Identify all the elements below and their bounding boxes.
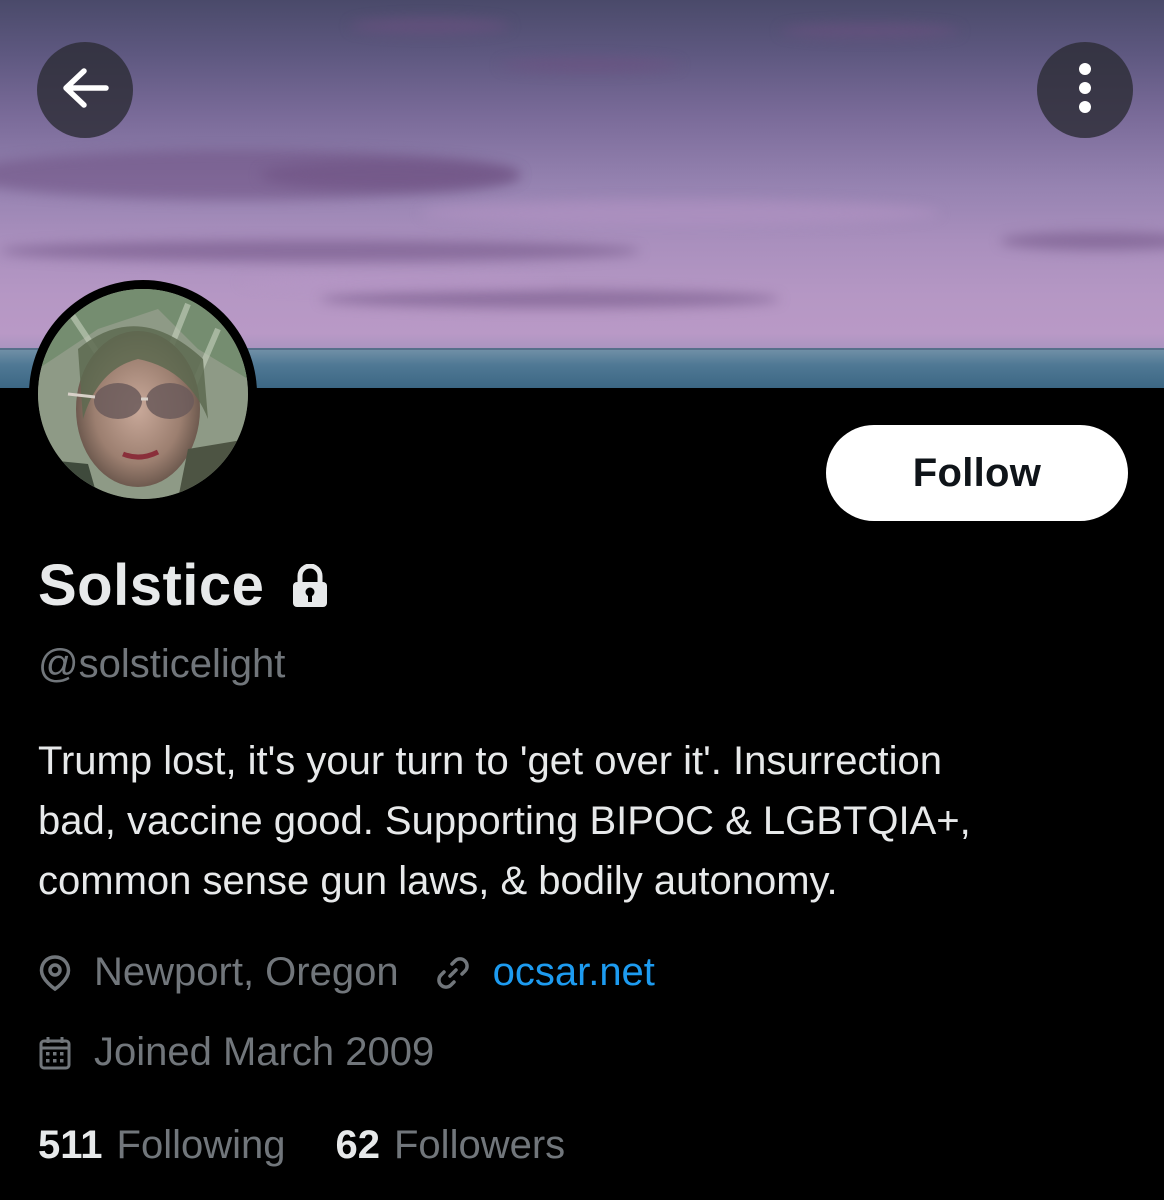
- following-label: Following: [116, 1123, 286, 1167]
- profile-location: Newport, Oregon: [94, 950, 399, 994]
- followers-count: 62: [335, 1123, 381, 1167]
- link-icon: [435, 955, 471, 991]
- profile-avatar[interactable]: [29, 280, 257, 508]
- display-name: Solstice: [38, 553, 265, 618]
- follow-button[interactable]: Follow: [826, 425, 1128, 521]
- more-vertical-icon: [1078, 62, 1092, 119]
- more-options-button[interactable]: [1037, 42, 1133, 138]
- profile-handle: @solsticelight: [38, 642, 286, 686]
- profile-joined-date: Joined March 2009: [94, 1030, 435, 1074]
- back-button[interactable]: [37, 42, 133, 138]
- profile-bio: Trump lost, it's your turn to 'get over …: [38, 739, 971, 903]
- profile-meta-joined-row: Joined March 2009: [38, 1030, 434, 1075]
- profile-website-link[interactable]: ocsar.net: [493, 950, 655, 995]
- arrow-left-icon: [60, 66, 110, 115]
- avatar-image: [38, 289, 248, 499]
- lock-icon: [290, 563, 330, 613]
- followers-link[interactable]: 62 Followers: [336, 1123, 566, 1168]
- followers-label: Followers: [394, 1123, 566, 1167]
- profile-stats: 511 Following 62 Followers: [38, 1123, 565, 1168]
- location-pin-icon: [38, 954, 72, 992]
- profile-meta-location-row: Newport, Oregon ocsar.net: [38, 950, 655, 995]
- calendar-icon: [38, 1035, 72, 1071]
- following-link[interactable]: 511 Following: [38, 1123, 286, 1168]
- following-count: 511: [38, 1123, 103, 1167]
- name-row: Solstice: [38, 552, 330, 619]
